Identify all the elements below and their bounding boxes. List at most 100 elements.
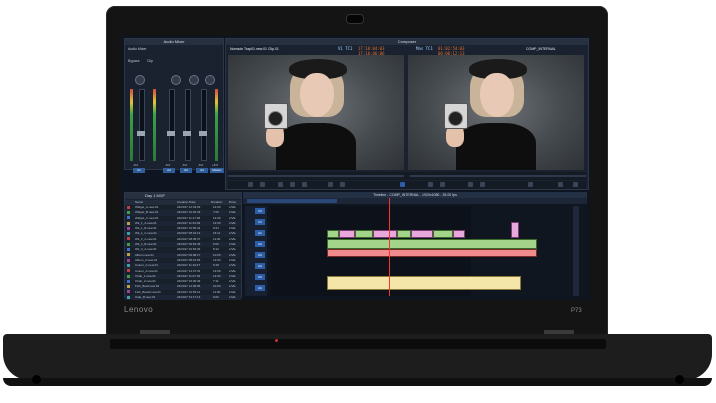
track-button-a2[interactable]: A2 [255,241,265,247]
clip-color-icon [127,248,130,252]
clip-color-icon [127,232,130,236]
clip-color-icon [127,237,130,241]
channel-master[interactable]: Master [210,168,224,173]
pan-knob-a4[interactable] [205,75,215,85]
channel-a2[interactable]: A2 [163,168,175,173]
clip-color-icon [127,290,130,294]
timeline-clip[interactable] [411,230,433,238]
foot-left [32,375,41,384]
timeline-scrollbar[interactable] [573,206,579,296]
overwrite-button[interactable] [340,182,345,187]
record-track-label: Mas TC1 [416,46,433,51]
splice-button[interactable] [328,182,333,187]
keyboard-edge [110,339,606,349]
webcam-icon [346,14,364,24]
record-play-button[interactable] [468,182,473,187]
timeline-clip[interactable] [355,230,373,238]
mixer-bypass-label[interactable]: Bypass [128,59,139,63]
mixer-title: Audio Mixer [125,39,223,45]
clip-color-icon [127,242,130,246]
fader-handle-a2[interactable] [167,131,175,136]
audio-mixer-panel: Audio Mixer Audio Mixer Bypass Clip -8.0… [124,38,224,173]
transport-bar-buttons [228,181,586,189]
source-track-label: V1 TC1 [338,46,353,51]
timeline-clip[interactable] [397,230,411,238]
menu-icon[interactable] [573,182,578,187]
track-button-a1[interactable]: A1 [255,230,265,236]
timeline-clip[interactable] [327,249,537,257]
timeline-clip[interactable] [327,239,537,249]
track-button-v1[interactable]: V1 [255,219,265,225]
record-step-button[interactable] [480,182,485,187]
bin-title: Day 1 MXF [125,193,241,199]
bin-cell-date: 24/2017 13:17:13 [177,295,201,300]
fader-handle-a4[interactable] [199,131,207,136]
clip-color-icon [127,269,130,273]
sync-button[interactable] [400,182,405,187]
value-a3: -8.0 [182,163,188,167]
timeline-clip[interactable] [453,230,465,238]
fader-a3[interactable] [185,89,191,161]
source-viewer[interactable] [228,55,404,170]
clip-color-icon [127,211,130,214]
source-clip-name[interactable]: Nomads Trap01.new.01 Clip.01 [230,47,279,51]
step-back-button[interactable] [278,182,283,187]
clip-color-icon [127,279,130,283]
subject-shirt [456,123,536,170]
clip-color-icon [127,295,130,299]
mark-out-button[interactable] [260,182,265,187]
screen: Audio Mixer Audio Mixer Bypass Clip -8.0… [121,36,590,300]
source-position-bar[interactable] [228,175,404,177]
timeline-clip[interactable] [433,230,453,238]
timeline-clip[interactable] [327,276,521,290]
mixer-tab[interactable]: Audio Mixer [128,47,146,51]
fader-handle-a1[interactable] [137,131,145,136]
fader-a4[interactable] [201,89,207,161]
clip-color-icon [127,263,130,267]
timeline-clip[interactable] [339,230,355,238]
clip-color-icon [127,258,130,262]
extract-button[interactable] [440,182,445,187]
clip-color-icon [127,221,130,225]
clip-color-icon [127,253,130,257]
pan-knob-a3[interactable] [189,75,199,85]
level-meter-a2 [153,89,156,161]
timeline-clip[interactable] [373,230,397,238]
value-a1: -8.0 [133,163,139,167]
trim-button[interactable] [528,182,533,187]
timeline-clip[interactable] [327,230,339,238]
track-button-a3[interactable]: A3 [255,252,265,258]
record-sequence-name[interactable]: COMP_INTERNAL [526,47,556,51]
pan-knob-a2[interactable] [171,75,181,85]
clip-color-icon [127,205,130,209]
channel-a1[interactable]: A1 [133,168,145,173]
pan-knob-a1[interactable] [135,75,145,85]
lift-button[interactable] [428,182,433,187]
fader-a1[interactable] [139,89,145,161]
play-button[interactable] [290,182,295,187]
bin-row[interactable]: Cafe_B.new.01 24/2017 13:17:13 9:00 LIVE [125,295,241,300]
track-button-a5[interactable]: A5 [255,274,265,280]
playhead[interactable] [389,198,390,296]
timeline-clip[interactable] [511,222,519,238]
fader-a2[interactable] [169,89,175,161]
brand-logo: Lenovo [124,305,154,314]
channel-a4[interactable]: A4 [196,168,208,173]
composer-title: Composer [226,39,588,45]
timeline-selection[interactable] [247,199,337,203]
camera-lens-icon [268,111,283,126]
track-button-a4[interactable]: A4 [255,263,265,269]
track-button-v2[interactable]: V2 [255,208,265,214]
settings-icon[interactable] [558,182,563,187]
fader-handle-a3[interactable] [183,131,191,136]
record-viewer[interactable] [408,55,584,170]
subject-face [480,73,514,117]
track-button-a6[interactable]: A6 [255,285,265,291]
camera-lens-icon [448,111,463,126]
record-position-bar[interactable] [410,175,586,177]
channel-a3[interactable]: A3 [180,168,192,173]
mixer-clip-label[interactable]: Clip [147,59,153,63]
subject-shirt [276,123,356,170]
step-forward-button[interactable] [302,182,307,187]
mark-in-button[interactable] [248,182,253,187]
